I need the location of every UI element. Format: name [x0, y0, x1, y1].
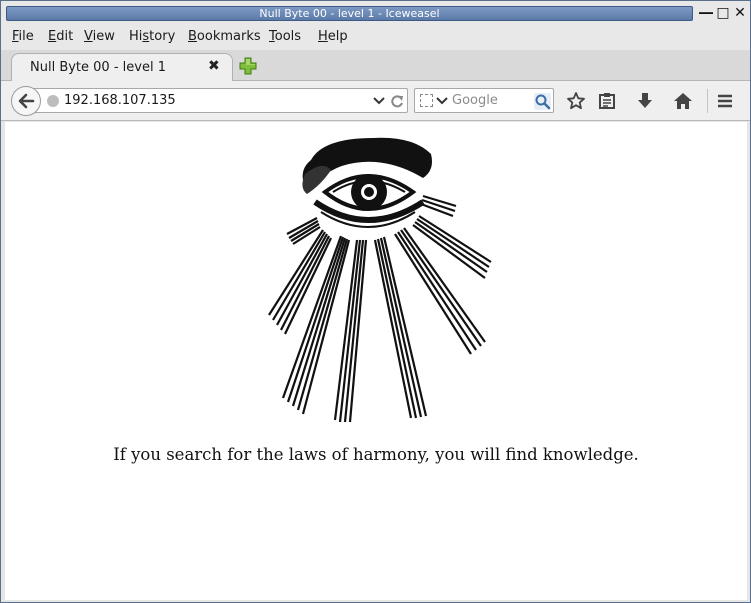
- minimize-button[interactable]: ―: [698, 5, 714, 21]
- reload-icon[interactable]: [389, 91, 405, 111]
- menu-file-rest: ile: [18, 29, 34, 44]
- menu-edit-rest: dit: [56, 29, 74, 44]
- menu-edit-mnemonic: E: [48, 29, 57, 44]
- tab-strip: Null Byte 00 - level 1 ✖: [1, 50, 750, 82]
- search-bar[interactable]: Google: [414, 88, 554, 113]
- search-placeholder[interactable]: Google: [452, 93, 498, 108]
- home-icon[interactable]: [673, 91, 693, 111]
- search-engine-icon[interactable]: [420, 94, 433, 107]
- url-text[interactable]: 192.168.107.135: [64, 93, 176, 108]
- menu-history[interactable]: History: [129, 29, 175, 44]
- menu-file[interactable]: File: [12, 29, 34, 44]
- reading-list-icon[interactable]: [597, 91, 617, 111]
- search-icon[interactable]: [534, 93, 551, 110]
- menu-view[interactable]: View: [84, 29, 115, 44]
- menu-help[interactable]: Help: [318, 29, 348, 44]
- menu-bookmarks-mnemonic: B: [188, 29, 197, 44]
- new-tab-plus-icon[interactable]: [239, 57, 257, 75]
- menu-help-mnemonic: H: [318, 29, 328, 44]
- browser-window: Null Byte 00 - level 1 - Iceweasel ― □ ✕…: [0, 0, 751, 603]
- window-title: Null Byte 00 - level 1 - Iceweasel: [6, 6, 693, 21]
- menu-bookmarks[interactable]: Bookmarks: [188, 29, 261, 44]
- back-button[interactable]: [11, 86, 41, 116]
- quote-text: If you search for the laws of harmony, y…: [113, 445, 639, 464]
- menu-tools[interactable]: Tools: [269, 29, 301, 44]
- tab-null-byte[interactable]: Null Byte 00 - level 1 ✖: [11, 53, 233, 82]
- url-bar[interactable]: 192.168.107.135: [27, 88, 408, 113]
- tab-close-icon[interactable]: ✖: [208, 58, 220, 74]
- maximize-button[interactable]: □: [715, 5, 731, 21]
- tab-label: Null Byte 00 - level 1: [30, 60, 166, 75]
- globe-icon: [47, 95, 59, 107]
- menu-view-rest: iew: [92, 29, 115, 44]
- menu-help-rest: elp: [327, 29, 348, 44]
- bookmark-star-icon[interactable]: [566, 91, 586, 111]
- download-icon[interactable]: [635, 91, 655, 111]
- menu-view-mnemonic: V: [84, 29, 93, 44]
- menu-tools-rest: ools: [274, 29, 302, 44]
- navigation-bar: 192.168.107.135 Google: [1, 81, 750, 121]
- menu-history-pre: Hi: [129, 29, 143, 44]
- menu-icon[interactable]: [715, 91, 735, 111]
- close-window-button[interactable]: ✕: [732, 5, 748, 21]
- url-dropdown-icon[interactable]: [373, 91, 385, 111]
- menu-bar: File Edit View History Bookmarks Tools H…: [1, 26, 750, 50]
- all-seeing-eye-image: [268, 137, 492, 423]
- back-arrow-icon: [18, 93, 35, 109]
- menu-bookmarks-rest: ookmarks: [196, 29, 261, 44]
- search-engine-dropdown-icon[interactable]: [436, 91, 448, 111]
- menu-edit[interactable]: Edit: [48, 29, 73, 44]
- toolbar-separator: [707, 89, 708, 113]
- title-bar: Null Byte 00 - level 1 - Iceweasel ― □ ✕: [1, 1, 750, 26]
- page-content: If you search for the laws of harmony, y…: [5, 122, 747, 600]
- menu-history-rest: tory: [149, 29, 176, 44]
